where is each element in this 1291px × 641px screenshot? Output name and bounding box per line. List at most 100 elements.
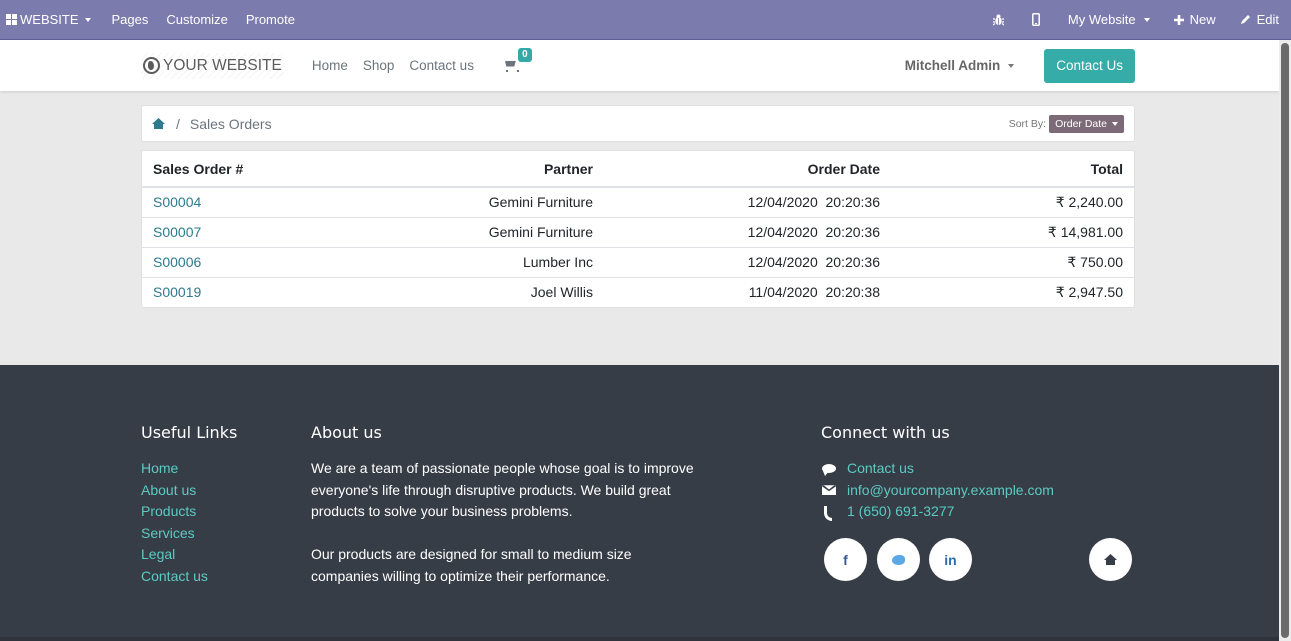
linkedin-button[interactable]: in xyxy=(929,538,972,581)
website-page: YOUR WEBSITE Home Shop Contact us 0 Mitc… xyxy=(0,40,1279,641)
order-date: 12/04/2020 20:20:36 xyxy=(747,194,880,211)
logo-text: YOUR WEBSITE xyxy=(163,56,282,74)
twitter-button[interactable] xyxy=(877,538,920,581)
menu-promote[interactable]: Promote xyxy=(237,0,304,40)
breadcrumb-separator: / xyxy=(176,115,180,132)
footer-link-about[interactable]: About us xyxy=(141,480,291,502)
new-button[interactable]: New xyxy=(1162,0,1228,40)
connect-email: info@yourcompany.example.com xyxy=(821,480,1141,502)
site-logo[interactable]: YOUR WEBSITE xyxy=(141,52,284,79)
footer-about: About us We are a team of passionate peo… xyxy=(311,423,731,587)
order-total: ₹ 2,947.50 xyxy=(891,276,1134,307)
connect-title: Connect with us xyxy=(821,423,950,442)
about-paragraph: We are a team of passionate people whose… xyxy=(311,460,694,519)
order-link[interactable]: S00007 xyxy=(153,224,201,240)
app-menu-button[interactable]: WEBSITE xyxy=(0,0,100,40)
mobile-icon xyxy=(1031,13,1040,26)
connect-contact: Contact us xyxy=(821,458,1141,480)
new-label: New xyxy=(1189,12,1216,27)
footer-link-contact[interactable]: Contact us xyxy=(141,566,291,588)
column-header-partner: Partner xyxy=(342,151,604,188)
edit-button[interactable]: Edit xyxy=(1228,0,1279,40)
pencil-icon xyxy=(1240,15,1250,24)
footer: Useful Links Home About us Products Serv… xyxy=(0,365,1279,641)
footer-link-home[interactable]: Home xyxy=(141,458,291,480)
order-partner: Joel Willis xyxy=(342,276,604,307)
linkedin-icon: in xyxy=(944,551,957,568)
website-selector[interactable]: My Website xyxy=(1054,0,1162,40)
facebook-icon: f xyxy=(843,551,848,568)
envelope-icon xyxy=(822,485,836,496)
home-button[interactable] xyxy=(1089,538,1132,581)
website-navbar: YOUR WEBSITE Home Shop Contact us 0 Mitc… xyxy=(0,40,1279,91)
nav-link-home[interactable]: Home xyxy=(312,58,348,73)
order-total: ₹ 14,981.00 xyxy=(891,216,1134,247)
table-row: S00019 Joel Willis 11/04/2020 20:20:38 ₹… xyxy=(142,276,1134,307)
order-date: 12/04/2020 20:20:36 xyxy=(604,216,891,247)
breadcrumb-current: Sales Orders xyxy=(189,115,272,132)
menu-customize[interactable]: Customize xyxy=(157,0,236,40)
sales-orders-table: Sales Order # Partner Order Date Total S… xyxy=(141,150,1135,308)
cart-button[interactable]: 0 xyxy=(503,47,532,72)
plus-icon xyxy=(1173,14,1184,25)
order-total: ₹ 2,240.00 xyxy=(1055,193,1123,210)
footer-link-products[interactable]: Products xyxy=(141,501,291,523)
footer-bottom-bar xyxy=(0,637,1279,641)
about-title: About us xyxy=(311,423,382,442)
twitter-icon xyxy=(892,554,905,565)
order-partner: Gemini Furniture xyxy=(488,194,593,211)
user-name: Mitchell Admin xyxy=(904,58,1001,73)
sort-dropdown[interactable]: Order Date xyxy=(1049,114,1124,133)
edit-label: Edit xyxy=(1256,12,1279,27)
facebook-button[interactable]: f xyxy=(824,538,867,581)
social-links: f in xyxy=(824,538,1136,582)
footer-link-legal[interactable]: Legal xyxy=(141,544,291,566)
about-paragraph: Our products are designed for small to m… xyxy=(311,546,632,584)
order-link[interactable]: S00006 xyxy=(153,254,201,270)
table-row: S00004 Gemini Furniture 12/04/2020 20:20… xyxy=(142,187,1134,217)
order-partner: Lumber Inc xyxy=(342,246,604,277)
nav-link-shop[interactable]: Shop xyxy=(363,58,395,73)
nav-link-contact[interactable]: Contact us xyxy=(409,58,474,73)
phone-icon xyxy=(823,505,835,521)
cart-count-badge: 0 xyxy=(517,47,532,62)
connect-contact-link[interactable]: Contact us xyxy=(847,458,914,480)
user-menu[interactable]: Mitchell Admin xyxy=(905,58,1015,73)
mobile-preview-button[interactable] xyxy=(1018,0,1054,40)
order-link[interactable]: S00019 xyxy=(153,284,201,300)
connect-phone: 1 (650) 691-3277 xyxy=(821,501,1141,523)
caret-down-icon xyxy=(1143,17,1150,22)
sort-label: Sort By: xyxy=(1008,117,1047,130)
sort-value: Order Date xyxy=(1055,117,1107,130)
table-header-row: Sales Order # Partner Order Date Total xyxy=(142,151,1134,188)
caret-down-icon xyxy=(84,17,91,22)
order-total: ₹ 750.00 xyxy=(891,246,1134,277)
order-partner: Gemini Furniture xyxy=(342,216,604,247)
home-icon[interactable] xyxy=(152,118,165,129)
email-link[interactable]: info@yourcompany.example.com xyxy=(847,480,1054,502)
apps-grid-icon xyxy=(6,14,17,25)
caret-down-icon xyxy=(1008,63,1015,68)
footer-link-services[interactable]: Services xyxy=(141,523,291,545)
website-selector-label: My Website xyxy=(1067,12,1136,27)
order-link[interactable]: S00004 xyxy=(153,194,201,210)
phone-link[interactable]: 1 (650) 691-3277 xyxy=(847,501,954,523)
page-scrollbar[interactable] xyxy=(1279,40,1291,641)
column-header-order-number: Sales Order # xyxy=(142,151,342,188)
home-icon xyxy=(1104,554,1117,565)
menu-pages[interactable]: Pages xyxy=(100,0,158,40)
column-header-total: Total xyxy=(891,151,1134,188)
contact-us-button[interactable]: Contact Us xyxy=(1044,48,1135,83)
scrollbar-thumb[interactable] xyxy=(1281,43,1289,638)
shopping-cart-icon xyxy=(503,60,519,72)
order-date: 11/04/2020 20:20:38 xyxy=(604,276,891,307)
table-row: S00006 Lumber Inc 12/04/2020 20:20:36 ₹ … xyxy=(142,246,1134,277)
admin-bar: WEBSITE Pages Customize Promote My Websi… xyxy=(0,0,1291,40)
order-date: 12/04/2020 20:20:36 xyxy=(604,246,891,277)
debug-button[interactable] xyxy=(979,0,1018,40)
comment-icon xyxy=(822,464,836,477)
footer-useful-links: Useful Links Home About us Products Serv… xyxy=(141,423,291,587)
breadcrumb: / Sales Orders Sort By: Order Date xyxy=(141,105,1135,142)
caret-down-icon xyxy=(1112,121,1118,126)
useful-links-title: Useful Links xyxy=(141,423,238,442)
